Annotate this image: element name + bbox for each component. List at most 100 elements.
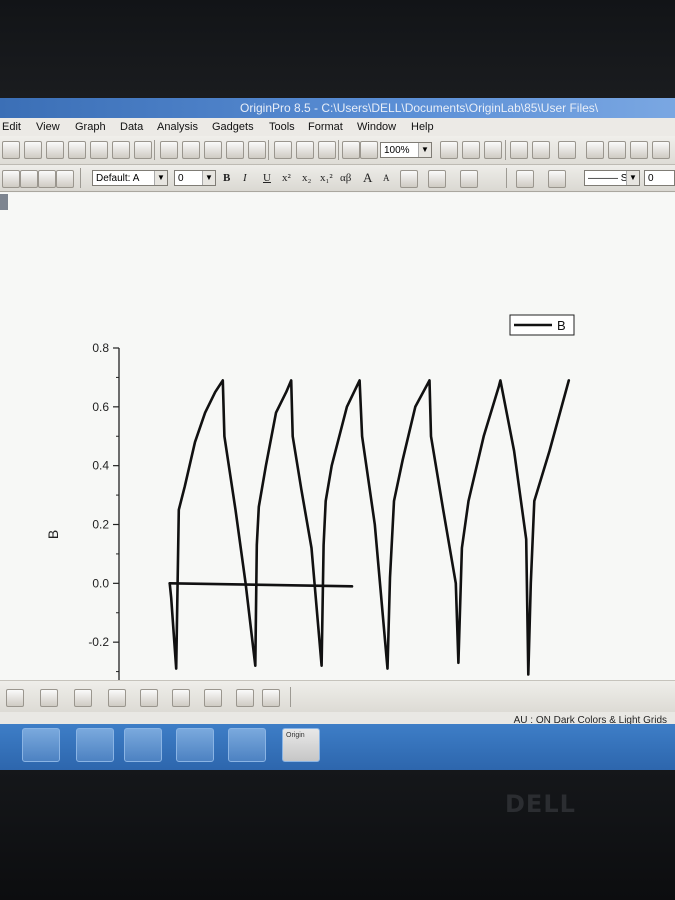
menu-item-format[interactable]: Format [308, 118, 343, 136]
start-button[interactable] [22, 728, 60, 762]
batch-icon[interactable] [360, 141, 378, 159]
refresh-icon[interactable] [484, 141, 502, 159]
line-width-field[interactable]: 0 [644, 170, 675, 186]
stats-plot-icon[interactable] [108, 689, 126, 707]
new-notes-icon[interactable] [134, 141, 152, 159]
project-explorer-icon[interactable] [558, 141, 576, 159]
menu-item-window[interactable]: Window [357, 118, 396, 136]
pie-plot-icon[interactable] [204, 689, 222, 707]
toolbox-icon[interactable] [652, 141, 670, 159]
open-template-icon[interactable] [182, 141, 200, 159]
graph-layer[interactable]: -1001020304050607080-0.4-0.20.00.20.40.6… [0, 193, 675, 748]
font-color-icon[interactable] [460, 170, 478, 188]
windows-taskbar: Origin [0, 724, 675, 770]
menu-item-gadgets[interactable]: Gadgets [212, 118, 254, 136]
fill-color-icon[interactable] [516, 170, 534, 188]
contour-plot-icon[interactable] [172, 689, 190, 707]
results-log-icon[interactable] [532, 141, 550, 159]
menu-item-analysis[interactable]: Analysis [157, 118, 198, 136]
layer-tab[interactable] [0, 194, 8, 210]
standard-toolbar: 100% ▼ [0, 136, 675, 165]
save-template-icon[interactable] [248, 141, 266, 159]
pin-icon[interactable] [38, 170, 56, 188]
zoom-select[interactable]: 100% ▼ [380, 142, 432, 158]
import-icon[interactable] [274, 141, 292, 159]
y-tick-label: 0.8 [92, 341, 109, 355]
open-excel-icon[interactable] [204, 141, 222, 159]
screen: OriginPro 8.5 - C:\Users\DELL\Documents\… [0, 98, 675, 770]
code-builder-icon[interactable] [510, 141, 528, 159]
italic-button[interactable]: I [243, 165, 247, 191]
line-symbol-plot-icon[interactable] [40, 689, 58, 707]
scatter-plot-icon[interactable] [6, 689, 24, 707]
template-library-icon[interactable] [262, 689, 280, 707]
file-explorer-icon[interactable] [176, 728, 214, 762]
menu-item-tools[interactable]: Tools [269, 118, 295, 136]
y-tick-label: -0.2 [88, 635, 109, 649]
format-toolbar: Default: A ▼ 0 ▼ B I U x² x₂ x₁² αβ A A ——… [0, 165, 675, 192]
plot-toolbar [0, 680, 675, 713]
monitor-brand-logo: DELL [505, 790, 576, 818]
column-plot-icon[interactable] [74, 689, 92, 707]
new-worksheet-icon[interactable] [24, 141, 42, 159]
recalculate-icon[interactable] [342, 141, 360, 159]
menu-item-view[interactable]: View [36, 118, 60, 136]
data-reader-icon[interactable] [20, 170, 38, 188]
messages-icon[interactable] [608, 141, 626, 159]
underline-button[interactable]: U [263, 165, 271, 191]
font-select[interactable]: Default: A ▼ [92, 170, 168, 186]
export-icon[interactable] [462, 141, 480, 159]
draw-data-icon[interactable] [2, 170, 20, 188]
menu-item-help[interactable]: Help [411, 118, 434, 136]
command-window-icon[interactable] [586, 141, 604, 159]
new-layout-icon[interactable] [112, 141, 130, 159]
y-tick-label: 0.4 [92, 459, 109, 473]
media-player-icon[interactable] [124, 728, 162, 762]
font-size-select[interactable]: 0 ▼ [174, 170, 216, 186]
menu-bar: Edit View Graph Data Analysis Gadgets To… [0, 118, 675, 136]
new-function-icon[interactable] [90, 141, 108, 159]
print-icon[interactable] [440, 141, 458, 159]
y-tick-label: 0.6 [92, 400, 109, 414]
y-tick-label: 0.2 [92, 518, 109, 532]
legend[interactable]: B [509, 314, 575, 336]
save-project-icon[interactable] [226, 141, 244, 159]
axes: -1001020304050607080-0.4-0.20.00.20.40.6… [45, 341, 585, 748]
app-window-icon[interactable] [228, 728, 266, 762]
y-axis-title: B [45, 530, 61, 539]
import-multiple-icon[interactable] [296, 141, 314, 159]
supersubscript-button[interactable]: x₁² [320, 165, 333, 191]
quick-help-icon[interactable] [630, 141, 648, 159]
greek-button[interactable]: αβ [340, 165, 351, 191]
increase-font-button[interactable]: A [363, 165, 372, 191]
origin-taskbar-button[interactable]: Origin [282, 728, 320, 762]
select-data-icon[interactable] [56, 170, 74, 188]
text-frame-icon[interactable] [428, 170, 446, 188]
y-tick-label: 0.0 [92, 576, 109, 590]
menu-item-edit[interactable]: Edit [2, 118, 21, 136]
new-project-icon[interactable] [2, 141, 20, 159]
subscript-button[interactable]: x₂ [302, 165, 311, 191]
series-line-0 [168, 379, 571, 676]
menu-item-graph[interactable]: Graph [75, 118, 106, 136]
new-graph-icon[interactable] [46, 141, 64, 159]
new-matrix-icon[interactable] [68, 141, 86, 159]
internet-explorer-icon[interactable] [76, 728, 114, 762]
legend-label: B [557, 318, 566, 333]
import-wizard-icon[interactable] [318, 141, 336, 159]
window-titlebar: OriginPro 8.5 - C:\Users\DELL\Documents\… [0, 98, 675, 118]
multi-plot-icon[interactable] [236, 689, 254, 707]
window-title: OriginPro 8.5 - C:\Users\DELL\Documents\… [240, 101, 599, 115]
open-icon[interactable] [160, 141, 178, 159]
menu-item-data[interactable]: Data [120, 118, 143, 136]
align-icon[interactable] [400, 170, 418, 188]
plot-area [168, 379, 571, 676]
area-plot-icon[interactable] [140, 689, 158, 707]
bold-button[interactable]: B [223, 165, 230, 191]
line-style-select[interactable]: ——— S ▼ [584, 170, 640, 186]
monitor-bezel-top [0, 0, 675, 98]
line-color-icon[interactable] [548, 170, 566, 188]
superscript-button[interactable]: x² [282, 165, 291, 191]
decrease-font-button[interactable]: A [383, 165, 390, 191]
graph-window[interactable]: -1001020304050607080-0.4-0.20.00.20.40.6… [0, 193, 675, 748]
